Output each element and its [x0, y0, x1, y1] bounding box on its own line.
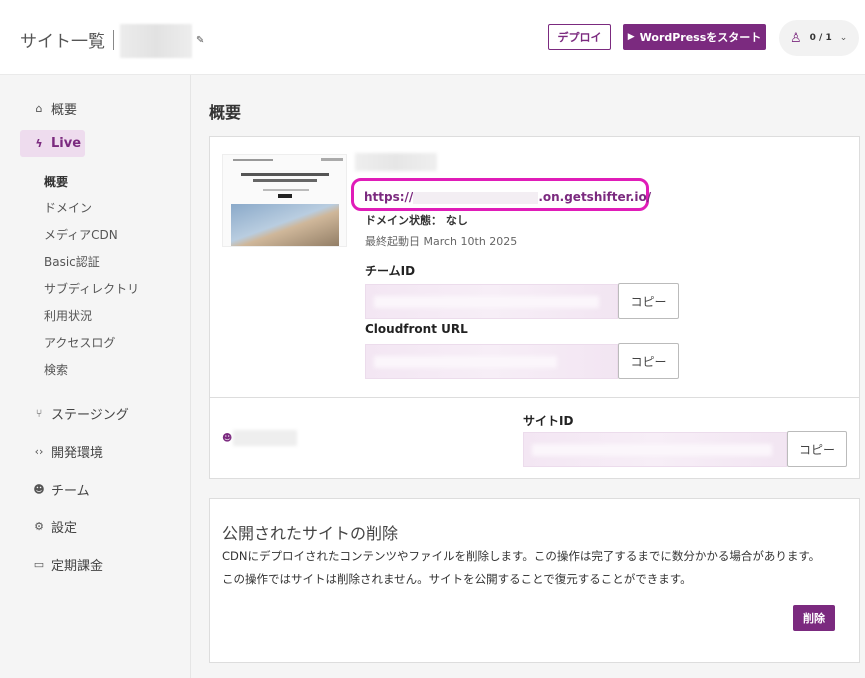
- redacted-value: [374, 296, 599, 308]
- copy-site-id-button[interactable]: コピー: [787, 431, 847, 467]
- user-icon: ♙: [790, 30, 802, 46]
- delete-description-line2: この操作ではサイトは削除されません。サイトを公開することで復元することができます…: [222, 572, 692, 586]
- deploy-button[interactable]: デプロイ: [548, 24, 611, 50]
- page-heading-site-list[interactable]: サイト一覧: [20, 27, 105, 52]
- delete-description-line1: CDNにデプロイされたコンテンツやファイルを削除します。この操作は完了するまでに…: [222, 549, 821, 563]
- thumb-line: [253, 179, 317, 182]
- site-id-field[interactable]: [523, 432, 787, 467]
- user-menu[interactable]: ♙ 0 / 1 ⌄: [779, 20, 859, 56]
- code-icon: ‹›: [34, 445, 44, 458]
- delete-button[interactable]: 削除: [793, 605, 835, 631]
- cloudfront-url-label: Cloudfront URL: [365, 322, 468, 336]
- sidebar-item-settings[interactable]: ⚙ 設定: [33, 517, 77, 536]
- sidebar-item-label: 定期課金: [51, 559, 104, 574]
- users-icon: ☻: [33, 483, 45, 496]
- sidebar-item-dev-env[interactable]: ‹› 開発環境: [33, 442, 103, 461]
- team-name-redacted: [233, 430, 297, 446]
- team-id-field[interactable]: [365, 284, 618, 319]
- team-id-label: チームID: [365, 264, 416, 278]
- sidebar-subitem-media-cdn[interactable]: メディアCDN: [44, 226, 118, 243]
- sidebar-item-staging[interactable]: ⑂ ステージング: [33, 404, 129, 423]
- header-divider: [113, 30, 114, 50]
- sidebar-subitem-search[interactable]: 検索: [44, 361, 68, 378]
- url-prefix: https://: [364, 190, 414, 204]
- bolt-icon: ϟ: [35, 137, 43, 150]
- play-icon: ▶: [627, 32, 635, 42]
- top-header: サイト一覧 ✎ デプロイ ▶ WordPressをスタート ♙ 0 / 1 ⌄: [0, 0, 865, 75]
- sidebar-item-live[interactable]: ϟ Live: [33, 136, 81, 151]
- url-suffix: .on.getshifter.io/: [538, 190, 652, 204]
- thumb-button: [278, 194, 292, 198]
- sidebar-subitem-usage[interactable]: 利用状況: [44, 307, 92, 324]
- edit-icon[interactable]: ✎: [196, 35, 204, 46]
- site-url-link[interactable]: https:// .on.getshifter.io/: [364, 190, 651, 204]
- sidebar-item-label: チーム: [51, 484, 90, 499]
- sidebar-subitem-access-log[interactable]: アクセスログ: [44, 334, 115, 351]
- sidebar-item-overview[interactable]: ⌂ 概要: [33, 99, 78, 118]
- thumb-line: [233, 159, 273, 161]
- redacted-value: [374, 356, 557, 368]
- card-divider: [210, 397, 859, 398]
- credit-card-icon: ▭: [33, 558, 45, 571]
- site-id-label: サイトID: [523, 414, 574, 428]
- chevron-down-icon: ⌄: [839, 33, 848, 43]
- sidebar-subitem-overview[interactable]: 概要: [44, 173, 68, 190]
- sidebar: [0, 75, 191, 678]
- sidebar-item-label: Live: [51, 136, 82, 151]
- delete-section-title: 公開されたサイトの削除: [222, 524, 399, 543]
- start-wordpress-button[interactable]: ▶ WordPressをスタート: [623, 24, 766, 50]
- thumb-line: [321, 158, 343, 161]
- site-title-redacted: [355, 153, 437, 171]
- sidebar-item-team[interactable]: ☻ チーム: [33, 480, 90, 499]
- copy-cloudfront-button[interactable]: コピー: [618, 343, 679, 379]
- sidebar-item-label: 開発環境: [51, 446, 104, 461]
- redacted-value: [532, 444, 772, 456]
- start-wordpress-label: WordPressをスタート: [639, 31, 762, 44]
- copy-team-id-button[interactable]: コピー: [618, 283, 679, 319]
- sidebar-subitem-basic-auth[interactable]: Basic認証: [44, 253, 100, 270]
- thumb-line: [241, 173, 329, 176]
- branch-icon: ⑂: [35, 407, 43, 420]
- app-root: サイト一覧 ✎ デプロイ ▶ WordPressをスタート ♙ 0 / 1 ⌄ …: [0, 0, 865, 678]
- home-icon: ⌂: [35, 102, 43, 115]
- site-thumbnail[interactable]: [222, 154, 347, 247]
- thumb-image: [231, 204, 339, 246]
- site-name-redacted: [120, 24, 192, 58]
- sidebar-item-billing[interactable]: ▭ 定期課金: [33, 555, 103, 574]
- last-boot-date: 最終起動日 March 10th 2025: [365, 235, 518, 248]
- gear-icon: ⚙: [34, 520, 44, 533]
- sidebar-subitem-domain[interactable]: ドメイン: [44, 199, 92, 216]
- cloudfront-url-field[interactable]: [365, 344, 618, 379]
- users-icon: ☻: [222, 433, 233, 444]
- user-count: 0 / 1: [809, 33, 832, 43]
- domain-state: ドメイン状態： なし: [365, 214, 468, 227]
- sidebar-item-label: ステージング: [51, 408, 129, 423]
- url-redacted: [413, 191, 539, 204]
- thumb-line: [263, 189, 309, 191]
- sidebar-item-label: 設定: [51, 521, 78, 536]
- sidebar-item-label: 概要: [51, 103, 78, 118]
- page-title: 概要: [209, 103, 242, 122]
- sidebar-subitem-subdirectory[interactable]: サブディレクトリ: [44, 280, 139, 297]
